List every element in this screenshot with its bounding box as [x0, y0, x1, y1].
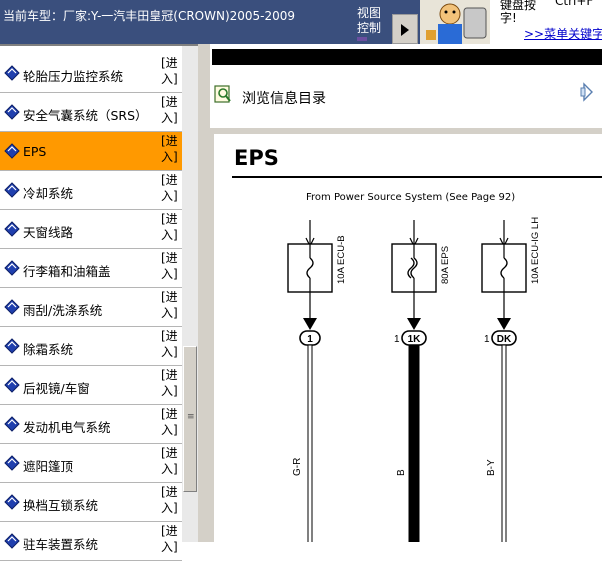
book-icon — [4, 104, 20, 120]
sidebar-item[interactable]: 遮阳篷顶 [进入] — [0, 444, 182, 483]
content-panel: 浏览信息目录 EPS From Power Source System (See… — [210, 44, 602, 542]
next-page-arrow-icon[interactable] — [580, 82, 596, 102]
book-icon — [4, 65, 20, 81]
play-icon — [401, 24, 409, 36]
connector-arrow — [497, 318, 511, 330]
sidebar-item-label: 安全气囊系统（SRS） — [23, 108, 148, 123]
fuse-name: 80A EPS — [440, 246, 451, 284]
wire-color-label: B-Y — [486, 459, 497, 476]
sidebar-top-border — [0, 44, 198, 46]
shortcut-tip: 键盘按 Ctrl+F 字! >>菜单关键字 — [490, 0, 602, 44]
enter-link[interactable]: [进入] — [161, 328, 181, 360]
sidebar-item-label: 发动机电气系统 — [23, 420, 111, 435]
content-toolbar: 浏览信息目录 — [210, 74, 602, 118]
connector-pin: 1 — [484, 334, 490, 345]
sidebar-item[interactable]: 安全气囊系统（SRS） [进入] — [0, 93, 182, 132]
sidebar-item-label: 除霜系统 — [23, 342, 74, 357]
enter-link[interactable]: [进入] — [161, 445, 181, 477]
browse-catalog-label[interactable]: 浏览信息目录 — [242, 88, 326, 108]
wire — [408, 344, 420, 542]
view-control-button[interactable]: 视图控制 — [357, 6, 385, 41]
enter-link[interactable]: [进入] — [161, 55, 181, 87]
connector-label: 1K — [408, 334, 422, 345]
book-icon — [4, 143, 20, 159]
connector-label: 1 — [307, 334, 313, 345]
sidebar-item-label: 雨刮/洗涤系统 — [23, 303, 103, 318]
sidebar: 轮胎压力监控系统 [进入] 安全气囊系统（SRS） [进入] EPS [进入] 冷却系统 [进… — [0, 44, 198, 561]
enter-link[interactable]: [进入] — [161, 211, 181, 243]
connector-arrow — [407, 318, 421, 330]
connector-pin: 1 — [394, 334, 400, 345]
book-icon — [4, 299, 20, 315]
play-button[interactable] — [392, 14, 418, 44]
sidebar-item[interactable]: 后视镜/车窗 [进入] — [0, 366, 182, 405]
sidebar-item[interactable]: EPS [进入] — [0, 132, 182, 171]
book-icon — [4, 338, 20, 354]
book-icon — [4, 494, 20, 510]
connector-arrow — [303, 318, 317, 330]
fuse-name: 10A ECU-B — [336, 235, 347, 284]
sidebar-item-label: 驻车装置系统 — [23, 537, 99, 552]
sidebar-item-label: 后视镜/车窗 — [23, 381, 90, 396]
enter-link[interactable]: [进入] — [161, 406, 181, 438]
sidebar-item-label: 行李箱和油箱盖 — [23, 264, 111, 279]
sidebar-item[interactable]: 轮胎压力监控系统 [进入] — [0, 54, 182, 93]
sidebar-item-label: 轮胎压力监控系统 — [23, 69, 124, 84]
book-icon — [4, 182, 20, 198]
wire — [501, 344, 507, 542]
enter-link[interactable]: [进入] — [161, 367, 181, 399]
sidebar-item-label: 换档互锁系统 — [23, 498, 99, 513]
enter-link[interactable]: [进入] — [161, 94, 181, 126]
scrollbar-grip-icon: ≡ — [187, 412, 195, 422]
enter-link[interactable]: [进入] — [161, 133, 181, 165]
sidebar-item-label: 冷却系统 — [23, 186, 74, 201]
content-header-strip — [212, 49, 602, 65]
fuse-name: 10A ECU-IG LH — [530, 217, 541, 284]
top-bar: 当前车型：厂家:Y-一汽丰田皇冠(CROWN)2005-2009 视图控制 键盘… — [0, 0, 602, 44]
sidebar-item-label: 天窗线路 — [23, 225, 74, 240]
sidebar-item[interactable]: 冷却系统 [进入] — [0, 171, 182, 210]
browse-catalog-icon[interactable] — [214, 85, 232, 103]
sidebar-item[interactable]: 发动机电气系统 [进入] — [0, 405, 182, 444]
tip-text-line2: 字! — [500, 11, 517, 25]
sidebar-item[interactable]: 行李箱和油箱盖 [进入] — [0, 249, 182, 288]
book-icon — [4, 533, 20, 549]
wiring-diagram-page: EPS From Power Source System (See Page 9… — [214, 134, 602, 542]
sidebar-item[interactable]: 雨刮/洗涤系统 [进入] — [0, 288, 182, 327]
mascot-icon — [420, 0, 492, 44]
panel-splitter[interactable] — [198, 44, 210, 542]
sidebar-item[interactable]: 换档互锁系统 [进入] — [0, 483, 182, 522]
wiring-diagram: 10A ECU-B 1 G-R 80A EPS 1K 1 B 10A ECU-IG LH DK 1… — [287, 217, 541, 542]
book-icon — [4, 260, 20, 276]
tip-shortcut: Ctrl+F — [555, 0, 594, 8]
view-control-indicator — [357, 37, 367, 41]
sidebar-item-label: 遮阳篷顶 — [23, 459, 74, 474]
book-icon — [4, 455, 20, 471]
connector-label: DK — [497, 334, 512, 345]
scrollbar-thumb[interactable]: ≡ — [183, 346, 197, 492]
book-icon — [4, 416, 20, 432]
sidebar-item-label: EPS — [23, 144, 47, 159]
wire-color-label: B — [396, 469, 407, 476]
wire-color-label: G-R — [292, 458, 303, 476]
enter-link[interactable]: [进入] — [161, 289, 181, 321]
book-icon — [4, 221, 20, 237]
current-car-model-label: 当前车型：厂家:Y-一汽丰田皇冠(CROWN)2005-2009 — [3, 9, 296, 23]
menu-keyword-link[interactable]: >>菜单关键字 — [524, 25, 602, 42]
sidebar-scrollbar[interactable]: ≡ — [182, 46, 198, 542]
enter-link[interactable]: [进入] — [161, 523, 181, 555]
wire — [307, 344, 313, 542]
view-control-label: 视图控制 — [357, 6, 382, 35]
enter-link[interactable]: [进入] — [161, 250, 181, 282]
sidebar-item[interactable]: 天窗线路 [进入] — [0, 210, 182, 249]
enter-link[interactable]: [进入] — [161, 172, 181, 204]
sidebar-item[interactable]: 除霜系统 [进入] — [0, 327, 182, 366]
document-viewer: EPS From Power Source System (See Page 9… — [210, 128, 602, 542]
enter-link[interactable]: [进入] — [161, 484, 181, 516]
book-icon — [4, 377, 20, 393]
